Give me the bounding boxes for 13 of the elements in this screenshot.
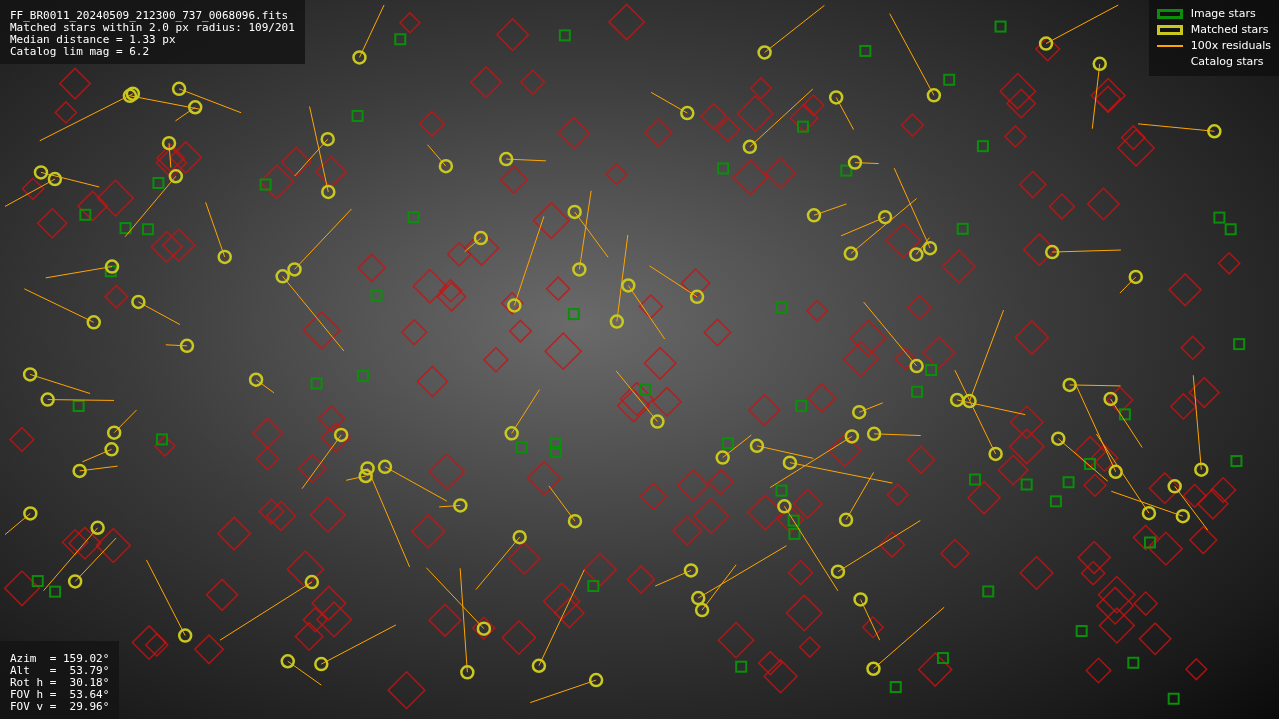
legend-label: Image stars	[1190, 6, 1256, 22]
info-text: Azim = 159.02°	[10, 653, 110, 665]
info-text: Catalog lim mag = 6.2	[10, 46, 151, 58]
info-text: FOV h = 53.64°	[10, 689, 110, 701]
legend-label: Matched stars	[1190, 22, 1269, 38]
info-text: FOV v = 29.96°	[10, 701, 110, 713]
info-text: Rot h = 30.18°	[10, 677, 110, 689]
info-text: Matched stars within 2.0 px radius: 109/201	[10, 22, 295, 34]
legend-label: 100x residuals	[1190, 38, 1271, 54]
legend-label: Catalog stars	[1190, 54, 1264, 70]
info-text: FF_BR0011_20240509_212300_737_0068096.fits	[10, 10, 290, 22]
info-text: Alt = 53.79°	[10, 665, 110, 677]
info-text: Median distance = 1.33 px	[10, 34, 177, 46]
